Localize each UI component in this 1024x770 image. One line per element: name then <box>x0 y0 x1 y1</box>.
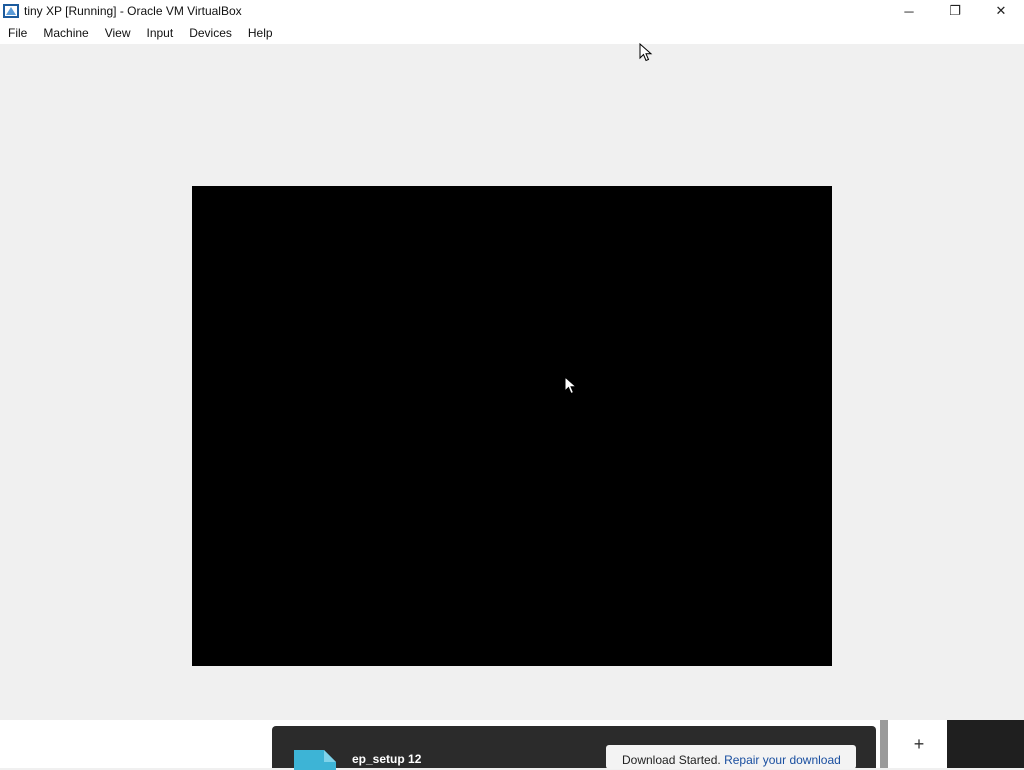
download-file-name[interactable]: ep_setup 12 <box>352 752 421 766</box>
minimize-button[interactable]: ─ <box>886 0 932 22</box>
menu-devices[interactable]: Devices <box>181 22 240 44</box>
title-bar[interactable]: tiny XP [Running] - Oracle VM VirtualBox… <box>0 0 1024 22</box>
virtualbox-window: tiny XP [Running] - Oracle VM VirtualBox… <box>0 0 1024 770</box>
vm-display-area[interactable] <box>0 44 1024 720</box>
close-icon: ✕ <box>995 3 1007 18</box>
vm-screen[interactable] <box>192 186 832 666</box>
menu-input[interactable]: Input <box>139 22 182 44</box>
toast-message: Download Started. <box>622 753 721 767</box>
download-panel: ep_setup 12 Download Started. Repair you… <box>272 726 876 770</box>
menu-bar: File Machine View Input Devices Help <box>0 22 1024 45</box>
minimize-icon: ─ <box>904 3 914 19</box>
taskbar-panel <box>947 720 1024 768</box>
window-title: tiny XP [Running] - Oracle VM VirtualBox <box>24 4 242 18</box>
restore-icon: ❐ <box>949 3 961 18</box>
download-toast: Download Started. Repair your download <box>606 745 856 769</box>
menu-machine[interactable]: Machine <box>35 22 96 44</box>
plus-icon: + <box>913 733 925 754</box>
restore-button[interactable]: ❐ <box>932 0 978 22</box>
window-controls: ─ ❐ ✕ <box>886 0 1024 22</box>
vm-mouse-pointer-icon <box>564 376 578 395</box>
menu-view[interactable]: View <box>97 22 139 44</box>
add-button[interactable]: + <box>892 720 946 768</box>
mouse-pointer-icon <box>639 43 653 62</box>
menu-file[interactable]: File <box>0 22 35 44</box>
file-icon <box>294 750 336 770</box>
menu-help[interactable]: Help <box>240 22 281 44</box>
scrollbar[interactable] <box>880 720 888 768</box>
repair-download-link[interactable]: Repair your download <box>724 753 841 767</box>
close-button[interactable]: ✕ <box>978 0 1024 22</box>
virtualbox-icon <box>3 4 19 18</box>
